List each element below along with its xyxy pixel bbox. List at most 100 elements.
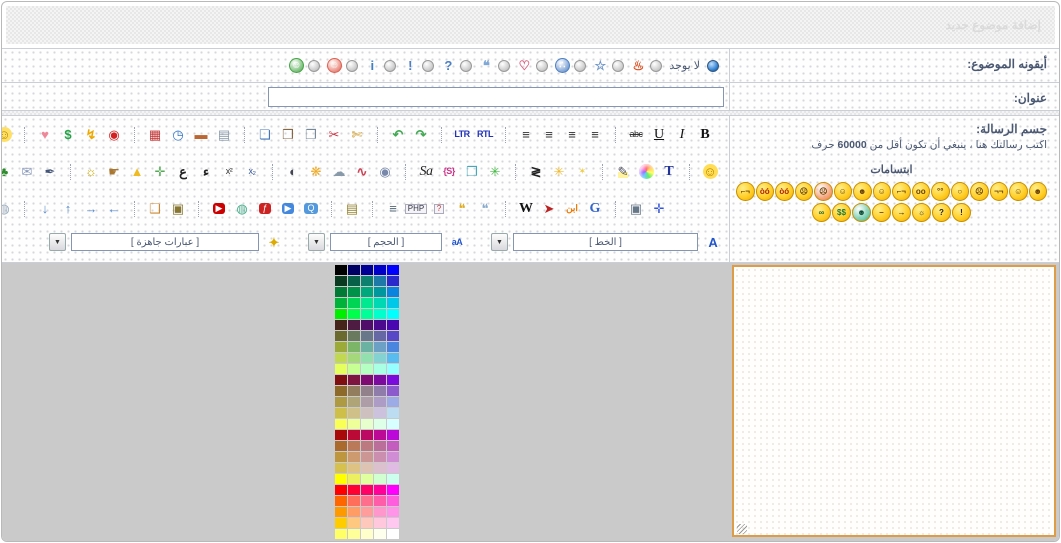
sparkle-icon[interactable]: ✶ bbox=[572, 162, 592, 182]
color-swatch-11-4[interactable] bbox=[335, 386, 347, 396]
quote-blue-icon[interactable]: ❝ bbox=[475, 199, 495, 219]
color-swatch-10-1[interactable] bbox=[374, 375, 386, 385]
flash-icon[interactable]: ƒ bbox=[255, 199, 275, 219]
swoosh-icon[interactable]: ➤ bbox=[539, 199, 559, 219]
copy-icon[interactable]: ❐ bbox=[301, 125, 321, 145]
color-swatch-12-2[interactable] bbox=[361, 397, 373, 407]
italic-icon[interactable]: I bbox=[672, 125, 692, 145]
color-swatch-7-0[interactable] bbox=[387, 342, 399, 352]
color-swatch-0-4[interactable] bbox=[335, 265, 347, 275]
yellow-asterisk-icon[interactable]: ✳ bbox=[549, 162, 569, 182]
youtube-icon[interactable]: ▶ bbox=[209, 199, 229, 219]
topic-icon-cool[interactable]: ∴ bbox=[554, 58, 570, 74]
php-icon[interactable]: PHP bbox=[406, 199, 426, 219]
size-select[interactable]: [ الحجم ] bbox=[330, 233, 442, 251]
topic-icon-biggrin[interactable]: ☺ bbox=[288, 58, 304, 74]
color-swatch-19-1[interactable] bbox=[374, 474, 386, 484]
quicktime-icon[interactable]: Q bbox=[301, 199, 321, 219]
color-swatch-3-0[interactable] bbox=[387, 298, 399, 308]
smilies-popup-icon[interactable]: ☺ bbox=[1, 125, 14, 145]
color-swatch-14-1[interactable] bbox=[374, 419, 386, 429]
color-ball-icon[interactable] bbox=[636, 162, 656, 182]
arabic-site-icon[interactable]: ابن bbox=[562, 199, 582, 219]
color-swatch-18-0[interactable] bbox=[387, 463, 399, 473]
color-swatch-5-1[interactable] bbox=[374, 320, 386, 330]
smiley-exclamation[interactable]: ! bbox=[952, 203, 971, 222]
smiley-smug[interactable]: ⌐¬ bbox=[892, 182, 911, 201]
color-swatch-12-4[interactable] bbox=[335, 397, 347, 407]
color-swatch-6-2[interactable] bbox=[361, 331, 373, 341]
arrow-down-icon[interactable]: ↓ bbox=[35, 199, 55, 219]
topic-icon-question[interactable]: ? bbox=[440, 58, 456, 74]
google-icon[interactable]: G bbox=[585, 199, 605, 219]
smiley-sad[interactable]: ☹ bbox=[970, 182, 989, 201]
color-swatch-17-3[interactable] bbox=[348, 452, 360, 462]
lightbulb-icon[interactable]: ☼ bbox=[81, 162, 101, 182]
topic-icon-radio[interactable] bbox=[346, 60, 358, 72]
color-swatch-4-0[interactable] bbox=[387, 309, 399, 319]
green-asterisk-icon[interactable]: ✳ bbox=[485, 162, 505, 182]
color-swatch-19-0[interactable] bbox=[387, 474, 399, 484]
color-swatch-6-0[interactable] bbox=[387, 331, 399, 341]
color-swatch-20-2[interactable] bbox=[361, 485, 373, 495]
bbcode-s-icon[interactable]: {S} bbox=[439, 162, 459, 182]
align-left-icon[interactable]: ≡ bbox=[562, 125, 582, 145]
color-swatch-4-1[interactable] bbox=[374, 309, 386, 319]
color-swatch-14-3[interactable] bbox=[348, 419, 360, 429]
color-swatch-19-4[interactable] bbox=[335, 474, 347, 484]
color-swatch-20-3[interactable] bbox=[348, 485, 360, 495]
topic-icon-radio[interactable] bbox=[612, 60, 624, 72]
color-swatch-23-1[interactable] bbox=[374, 518, 386, 528]
new-page-icon[interactable]: ❏ bbox=[255, 125, 275, 145]
color-swatch-5-0[interactable] bbox=[387, 320, 399, 330]
color-swatch-3-4[interactable] bbox=[335, 298, 347, 308]
color-swatch-18-4[interactable] bbox=[335, 463, 347, 473]
color-swatch-10-2[interactable] bbox=[361, 375, 373, 385]
phrases-select-arrow-icon[interactable]: ▼ bbox=[49, 233, 66, 251]
color-swatch-10-4[interactable] bbox=[335, 375, 347, 385]
smiley-ermm[interactable]: oo bbox=[912, 182, 931, 201]
globe-media-icon[interactable]: ◍ bbox=[232, 199, 252, 219]
color-swatch-5-2[interactable] bbox=[361, 320, 373, 330]
color-swatch-20-4[interactable] bbox=[335, 485, 347, 495]
color-swatch-7-4[interactable] bbox=[335, 342, 347, 352]
color-swatch-12-1[interactable] bbox=[374, 397, 386, 407]
eraser-icon[interactable]: ▬ bbox=[191, 125, 211, 145]
color-swatch-23-0[interactable] bbox=[387, 518, 399, 528]
color-swatch-1-1[interactable] bbox=[374, 276, 386, 286]
storm-icon[interactable]: ☁ bbox=[329, 162, 349, 182]
color-swatch-1-4[interactable] bbox=[335, 276, 347, 286]
color-swatch-16-2[interactable] bbox=[361, 441, 373, 451]
topic-icon-radio[interactable] bbox=[308, 60, 320, 72]
color-swatch-20-1[interactable] bbox=[374, 485, 386, 495]
color-swatch-24-0[interactable] bbox=[387, 529, 399, 539]
topic-icon-star[interactable]: ☆ bbox=[592, 58, 608, 74]
color-swatch-8-0[interactable] bbox=[387, 353, 399, 363]
color-swatch-13-4[interactable] bbox=[335, 408, 347, 418]
color-swatch-14-4[interactable] bbox=[335, 419, 347, 429]
sun-icon[interactable]: ❋ bbox=[306, 162, 326, 182]
color-swatch-0-2[interactable] bbox=[361, 265, 373, 275]
eclipse-icon[interactable]: ◐ bbox=[283, 162, 303, 182]
topic-icon-exclamation[interactable]: ! bbox=[402, 58, 418, 74]
color-swatch-10-0[interactable] bbox=[387, 375, 399, 385]
frame-icon[interactable]: ❑ bbox=[145, 199, 165, 219]
color-swatch-12-0[interactable] bbox=[387, 397, 399, 407]
color-swatch-11-2[interactable] bbox=[361, 386, 373, 396]
color-swatch-12-3[interactable] bbox=[348, 397, 360, 407]
bold-icon[interactable]: B bbox=[695, 125, 715, 145]
topic-icon-radio[interactable] bbox=[574, 60, 586, 72]
color-swatch-24-4[interactable] bbox=[335, 529, 347, 539]
color-swatch-11-1[interactable] bbox=[374, 386, 386, 396]
font-color-icon[interactable]: T bbox=[659, 162, 679, 182]
smiley-biggrin[interactable]: ☻ bbox=[1029, 182, 1048, 201]
color-swatch-7-2[interactable] bbox=[361, 342, 373, 352]
smiley-nerd[interactable]: ∞ bbox=[812, 203, 831, 222]
color-swatch-22-2[interactable] bbox=[361, 507, 373, 517]
arabic-stretch-icon[interactable]: ع bbox=[173, 162, 193, 182]
wand-icon[interactable]: ✦ bbox=[264, 232, 284, 252]
color-swatch-9-2[interactable] bbox=[361, 364, 373, 374]
smiley-rolleyes[interactable]: ¬¬ bbox=[990, 182, 1009, 201]
align-center-icon[interactable]: ≡ bbox=[539, 125, 559, 145]
topic-icon-heart[interactable]: ♡ bbox=[516, 58, 532, 74]
